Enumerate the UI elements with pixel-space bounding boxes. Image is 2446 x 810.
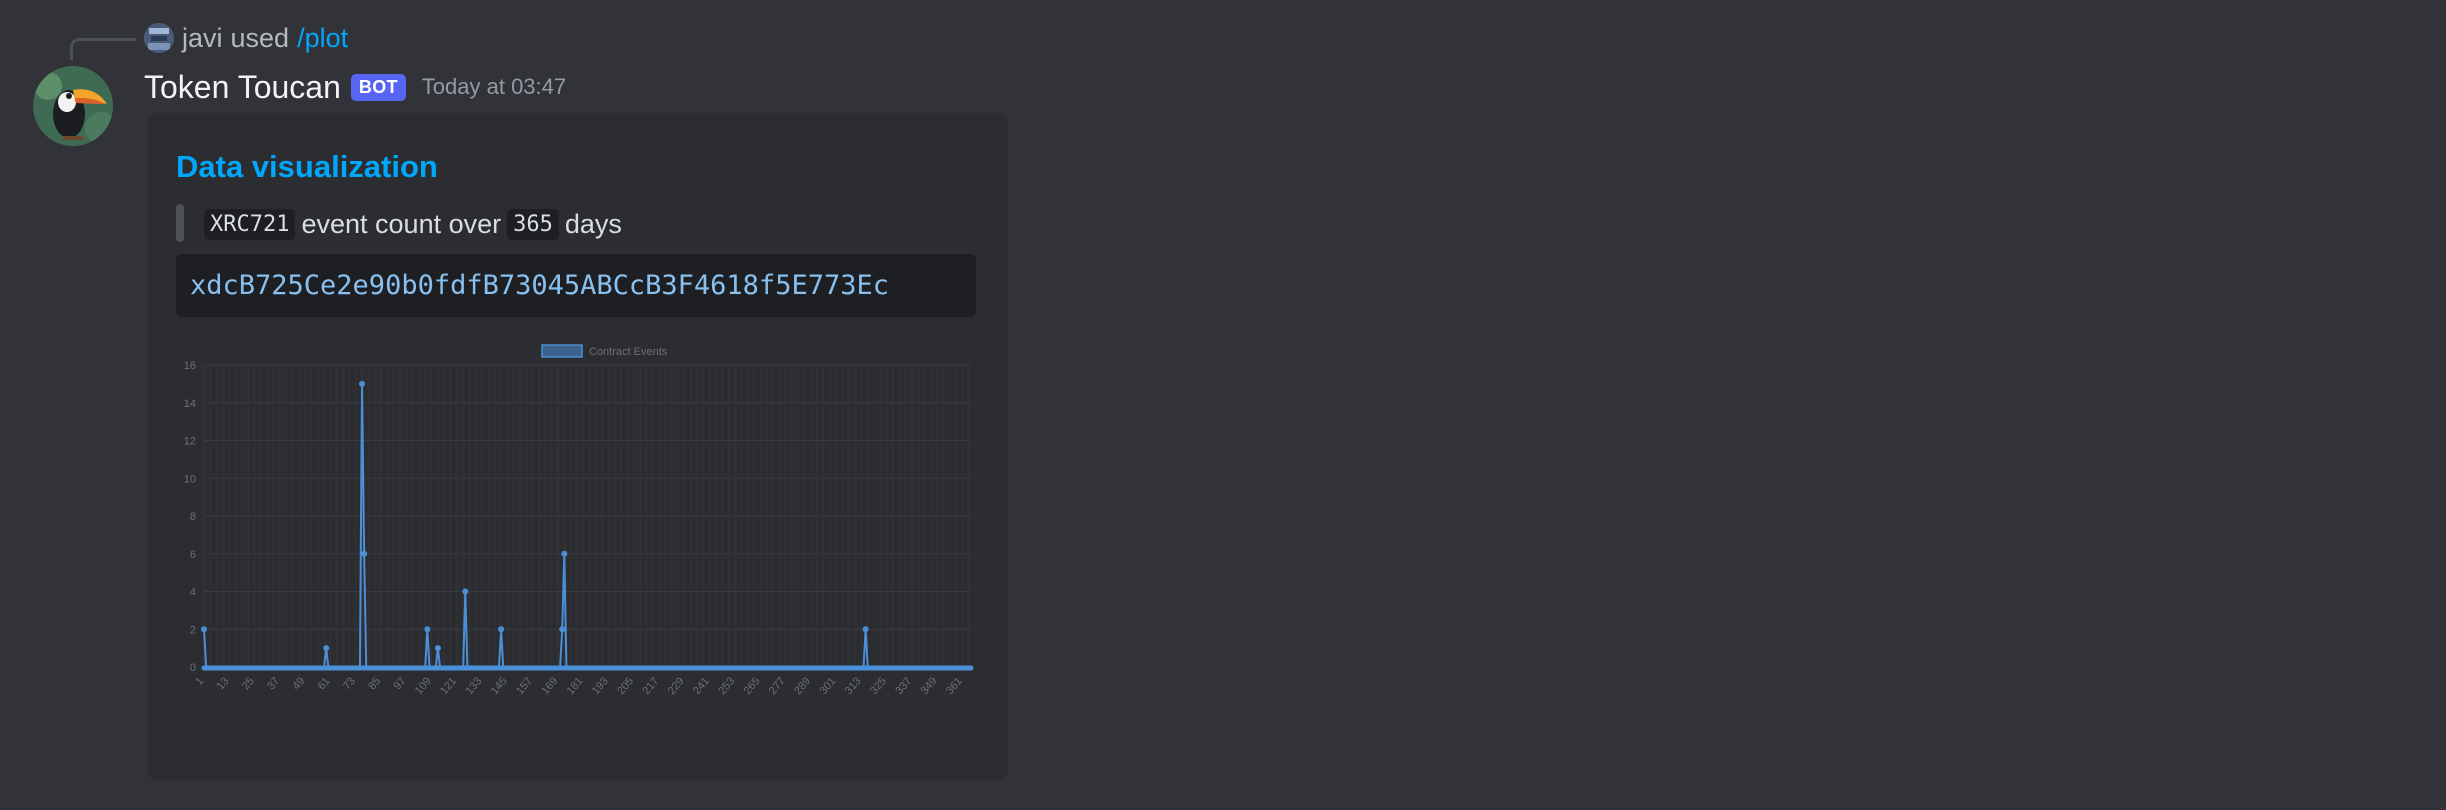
legend-label[interactable]: Contract Events <box>589 346 668 358</box>
token-standard-code: XRC721 <box>204 208 296 240</box>
x-tick-label: 277 <box>767 675 788 697</box>
x-tick-label: 13 <box>215 675 232 692</box>
x-tick-label: 337 <box>893 675 914 697</box>
x-tick-label: 97 <box>392 675 409 692</box>
blockquote-bar <box>176 204 184 242</box>
data-point[interactable] <box>561 550 568 557</box>
y-tick-label: 8 <box>190 511 196 523</box>
message-timestamp[interactable]: Today at 03:47 <box>422 74 566 100</box>
y-tick-label: 0 <box>190 662 196 674</box>
embed-description: XRC721 event count over 365 days <box>204 206 628 242</box>
x-tick-label: 205 <box>615 675 636 697</box>
x-tick-label: 313 <box>843 675 864 697</box>
x-tick-label: 73 <box>341 675 358 692</box>
message-header: Token Toucan BOT Today at 03:47 <box>144 66 566 108</box>
x-tick-label: 301 <box>817 675 838 697</box>
data-point[interactable] <box>359 380 366 387</box>
data-point[interactable] <box>434 645 441 652</box>
bot-tag: BOT <box>350 73 406 101</box>
x-tick-label: 85 <box>366 675 383 692</box>
x-tick-label: 193 <box>590 675 611 697</box>
x-tick-label: 361 <box>944 675 965 697</box>
data-point[interactable] <box>361 550 368 557</box>
reply-context[interactable]: javi used /plot <box>144 20 348 56</box>
y-tick-label: 16 <box>184 360 196 372</box>
contract-address-code-block[interactable]: xdcB725Ce2e90b0fdfB73045ABCcB3F4618f5E77… <box>176 254 976 317</box>
events-chart: 02468101214161 13 25 37 49 61 73 85 97 109 121 133 1… <box>184 344 974 697</box>
reply-user-avatar[interactable] <box>144 23 174 53</box>
description-suffix: days <box>564 208 622 239</box>
chart-container: 0 2 4 6 8 10 12 14 16 1 13 25 37 49 61 73 85 97 109 121 133 1… <box>176 341 976 731</box>
data-point[interactable] <box>498 626 505 633</box>
description-text: event count over <box>301 208 502 239</box>
x-tick-label: 109 <box>413 675 434 697</box>
x-tick-label: 145 <box>489 675 510 697</box>
bot-avatar[interactable] <box>33 66 113 146</box>
x-tick-label: 25 <box>240 675 257 692</box>
reply-connector <box>70 38 136 60</box>
x-tick-label: 229 <box>666 675 687 697</box>
bot-username[interactable]: Token Toucan <box>144 69 341 106</box>
y-tick-label: 2 <box>190 624 196 636</box>
data-point[interactable] <box>462 588 469 595</box>
x-tick-label: 241 <box>691 675 712 697</box>
x-tick-label: 289 <box>792 675 813 697</box>
x-tick-label: 61 <box>316 675 333 692</box>
series-line-contract-events <box>203 382 971 668</box>
x-tick-label: 49 <box>290 675 307 692</box>
x-tick-label: 265 <box>742 675 763 697</box>
data-point[interactable] <box>323 645 330 652</box>
legend-swatch[interactable] <box>541 344 583 358</box>
y-tick-label: 14 <box>184 398 196 410</box>
x-tick-label: 181 <box>565 675 586 697</box>
x-tick-label: 157 <box>514 675 535 697</box>
x-tick-label: 169 <box>539 675 560 697</box>
x-tick-label: 37 <box>265 675 282 692</box>
x-tick-label: 217 <box>640 675 661 697</box>
data-point[interactable] <box>862 626 869 633</box>
embed-card: Data visualization XRC721 event count ov… <box>148 113 1008 780</box>
y-tick-label: 4 <box>190 587 196 599</box>
x-tick-label: 1 <box>193 675 206 687</box>
reply-verb: used <box>230 22 290 53</box>
x-tick-label: 253 <box>716 675 737 697</box>
data-point[interactable] <box>424 626 431 633</box>
y-tick-label: 12 <box>184 436 196 448</box>
data-point[interactable] <box>559 626 566 633</box>
days-code: 365 <box>507 208 559 240</box>
embed-title[interactable]: Data visualization <box>176 149 438 185</box>
x-tick-label: 325 <box>868 675 889 697</box>
data-point[interactable] <box>201 626 207 633</box>
x-tick-label: 133 <box>463 675 484 697</box>
x-tick-label: 349 <box>919 675 940 697</box>
y-tick-label: 6 <box>190 549 196 561</box>
y-tick-label: 10 <box>184 473 196 485</box>
reply-command-link[interactable]: /plot <box>297 23 348 54</box>
x-tick-label: 121 <box>438 675 459 697</box>
reply-username[interactable]: javi <box>182 23 223 54</box>
